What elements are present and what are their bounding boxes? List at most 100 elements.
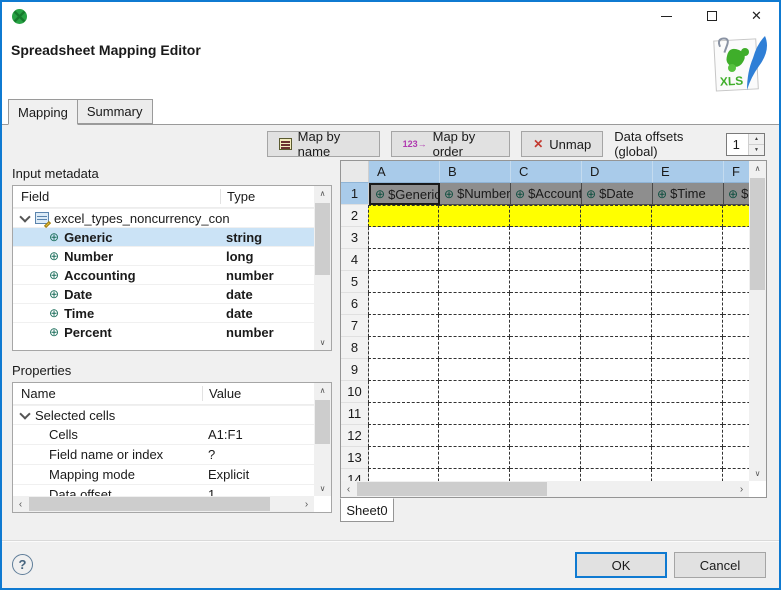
grid-cell[interactable]: [439, 447, 510, 469]
row-header[interactable]: 12: [341, 425, 369, 447]
grid-cell[interactable]: [723, 205, 749, 227]
grid-cell[interactable]: [723, 227, 749, 249]
chevron-down-icon[interactable]: [19, 210, 31, 223]
grid-cell[interactable]: [510, 337, 581, 359]
spinner-up-icon[interactable]: ▲: [749, 133, 764, 145]
row-header[interactable]: 3: [341, 227, 369, 249]
grid-cell[interactable]: [439, 425, 510, 447]
scroll-left-icon[interactable]: ‹: [341, 481, 356, 497]
cancel-button[interactable]: Cancel: [674, 552, 766, 578]
grid-cell[interactable]: [723, 381, 749, 403]
grid-cell[interactable]: [368, 315, 439, 337]
grid-cell[interactable]: [439, 315, 510, 337]
properties-horizontal-scrollbar[interactable]: ‹ ›: [13, 496, 314, 512]
grid-cell[interactable]: ⊕ $Date: [582, 183, 653, 205]
grid-cell[interactable]: [652, 425, 723, 447]
maximize-button[interactable]: [689, 2, 734, 30]
grid-cell[interactable]: [439, 227, 510, 249]
row-header[interactable]: 6: [341, 293, 369, 315]
grid-cell[interactable]: [723, 425, 749, 447]
grid-corner-cell[interactable]: [341, 161, 369, 183]
row-header[interactable]: 2: [341, 205, 369, 227]
grid-cell[interactable]: [581, 359, 652, 381]
grid-cell[interactable]: [652, 337, 723, 359]
data-offsets-spinner[interactable]: 1 ▲ ▼: [725, 132, 765, 156]
grid-cell[interactable]: [510, 315, 581, 337]
grid-cell[interactable]: [581, 249, 652, 271]
column-header[interactable]: E: [653, 161, 724, 183]
scroll-right-icon[interactable]: ›: [734, 481, 749, 497]
grid-cell[interactable]: [439, 205, 510, 227]
scrollbar-thumb[interactable]: [315, 203, 330, 275]
properties-group-row[interactable]: Selected cells: [13, 405, 314, 424]
grid-cell[interactable]: [652, 293, 723, 315]
grid-cell[interactable]: [510, 271, 581, 293]
grid-cell[interactable]: [652, 315, 723, 337]
grid-cell[interactable]: [439, 381, 510, 403]
grid-cell[interactable]: ⊕$Accounting: [511, 183, 582, 205]
metadata-root-row[interactable]: excel_types_noncurrency_con: [13, 208, 314, 229]
scroll-left-icon[interactable]: ‹: [13, 496, 28, 512]
column-header[interactable]: F: [724, 161, 749, 183]
metadata-field-row[interactable]: ⊕ Percent number: [13, 322, 314, 341]
scrollbar-thumb[interactable]: [750, 178, 765, 290]
grid-cell[interactable]: [652, 249, 723, 271]
grid-cell[interactable]: [581, 271, 652, 293]
grid-cell[interactable]: [652, 359, 723, 381]
scrollbar-thumb[interactable]: [357, 482, 547, 496]
grid-cell[interactable]: [652, 447, 723, 469]
unmap-button[interactable]: ✕ Unmap: [521, 131, 604, 157]
properties-vertical-scrollbar[interactable]: ∧ ∨: [314, 383, 331, 496]
row-header[interactable]: 1: [341, 183, 369, 205]
grid-cell[interactable]: [368, 381, 439, 403]
grid-cell[interactable]: [510, 425, 581, 447]
grid-cell[interactable]: [723, 359, 749, 381]
grid-cell[interactable]: [368, 293, 439, 315]
scrollbar-thumb[interactable]: [29, 497, 270, 511]
grid-cell[interactable]: [652, 403, 723, 425]
column-header[interactable]: B: [440, 161, 511, 183]
grid-cell[interactable]: [368, 249, 439, 271]
row-header[interactable]: 5: [341, 271, 369, 293]
grid-cell[interactable]: [723, 315, 749, 337]
grid-cell[interactable]: ⊕ $Number: [440, 183, 511, 205]
help-button[interactable]: ?: [12, 554, 33, 575]
grid-cell[interactable]: [723, 249, 749, 271]
ok-button[interactable]: OK: [575, 552, 667, 578]
grid-cell[interactable]: [652, 469, 723, 481]
grid-cell[interactable]: [581, 469, 652, 481]
metadata-vertical-scrollbar[interactable]: ∧ ∨: [314, 186, 331, 350]
grid-cell[interactable]: ⊕ $Time: [653, 183, 724, 205]
property-row[interactable]: Field name or index?: [13, 444, 314, 464]
property-row[interactable]: Mapping mode Explicit: [13, 464, 314, 484]
row-header[interactable]: 7: [341, 315, 369, 337]
grid-cell[interactable]: [368, 469, 439, 481]
grid-cell[interactable]: [652, 205, 723, 227]
minimize-button[interactable]: [644, 2, 689, 30]
scroll-right-icon[interactable]: ›: [299, 496, 314, 512]
scroll-up-icon[interactable]: ∧: [314, 383, 331, 398]
property-row[interactable]: Data offset 1: [13, 484, 314, 496]
grid-cell[interactable]: [368, 337, 439, 359]
grid-cell[interactable]: [510, 381, 581, 403]
column-header[interactable]: A: [369, 161, 440, 183]
grid-cell[interactable]: [439, 249, 510, 271]
scroll-up-icon[interactable]: ∧: [314, 186, 331, 201]
row-header[interactable]: 14: [341, 469, 369, 481]
grid-cell[interactable]: [368, 227, 439, 249]
row-header[interactable]: 10: [341, 381, 369, 403]
grid-vertical-scrollbar[interactable]: ∧ ∨: [749, 161, 766, 481]
grid-cell[interactable]: [581, 227, 652, 249]
grid-horizontal-scrollbar[interactable]: ‹ ›: [341, 481, 749, 497]
grid-cell[interactable]: [723, 469, 749, 481]
grid-cell[interactable]: [510, 227, 581, 249]
grid-cell[interactable]: [581, 337, 652, 359]
grid-cell[interactable]: [581, 403, 652, 425]
scrollbar-thumb[interactable]: [315, 400, 330, 444]
grid-cell[interactable]: [581, 315, 652, 337]
grid-cell[interactable]: [368, 425, 439, 447]
grid-cell[interactable]: ⊕ $Generic: [369, 183, 440, 205]
grid-cell[interactable]: [652, 381, 723, 403]
grid-cell[interactable]: [439, 359, 510, 381]
close-button[interactable]: ✕: [734, 2, 779, 30]
